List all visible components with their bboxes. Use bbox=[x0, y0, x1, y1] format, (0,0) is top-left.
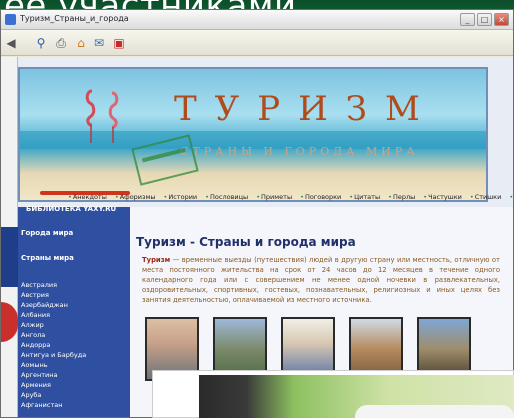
category-link[interactable]: •Истории bbox=[164, 193, 202, 201]
left-pane-mark bbox=[1, 302, 18, 342]
site-banner: ТУРИЗМ СТРАНЫ И ГОРОДА МИРА bbox=[18, 67, 488, 202]
category-link-label: Перлы bbox=[392, 193, 416, 201]
toolbar: ◀ ⚲ ⎙ ⌂ ✉ ▣ bbox=[1, 30, 513, 56]
side-head-countries[interactable]: Страны мира bbox=[21, 254, 74, 262]
category-link-label: Поговорки bbox=[304, 193, 342, 201]
country-link[interactable]: Австрия bbox=[21, 290, 129, 300]
category-link-label: Стишки bbox=[474, 193, 502, 201]
flamingo-icon bbox=[108, 91, 119, 143]
site-page: ТУРИЗМ СТРАНЫ И ГОРОДА МИРА БИБЛИОТЕКА Y… bbox=[18, 57, 513, 417]
country-link[interactable]: Азербайджан bbox=[21, 300, 129, 310]
category-link[interactable]: •SMSки bbox=[509, 193, 513, 201]
home-icon[interactable]: ⌂ bbox=[73, 35, 89, 51]
bullet-icon: • bbox=[349, 193, 354, 201]
desc-text: — временные выезды (путешествия) людей в… bbox=[142, 256, 500, 304]
bullet-icon: • bbox=[469, 193, 474, 201]
desc-term: Туризм bbox=[142, 256, 171, 264]
country-list: Австралия Австрия Азербайджан Албания Ал… bbox=[21, 280, 129, 410]
category-link-label: Афоризмы bbox=[119, 193, 156, 201]
left-pane bbox=[1, 57, 18, 417]
bullet-icon: • bbox=[205, 193, 209, 201]
category-link[interactable]: •Поговорки bbox=[300, 193, 345, 201]
mail-icon[interactable]: ✉ bbox=[91, 35, 107, 51]
country-link[interactable]: Австралия bbox=[21, 280, 129, 290]
search-icon[interactable]: ⚲ bbox=[33, 35, 49, 51]
country-link[interactable]: Афганистан bbox=[21, 400, 129, 410]
bullet-icon: • bbox=[388, 193, 392, 201]
bullet-icon: • bbox=[300, 193, 304, 201]
category-link[interactable]: •Цитаты bbox=[349, 193, 384, 201]
flamingo-icon bbox=[85, 89, 96, 143]
browser-window: Туризм_Страны_и_города _ □ × ◀ ⚲ ⎙ ⌂ ✉ ▣ bbox=[0, 9, 514, 418]
page-heading: Туризм - Страны и города мира bbox=[136, 235, 356, 249]
category-link-label: Пословицы bbox=[210, 193, 249, 201]
country-link[interactable]: Аруба bbox=[21, 390, 129, 400]
maximize-button[interactable]: □ bbox=[477, 13, 492, 26]
page-description: Туризм — временные выезды (путешествия) … bbox=[142, 255, 500, 305]
country-link[interactable]: Андорра bbox=[21, 340, 129, 350]
category-link[interactable]: •Стишки bbox=[470, 193, 506, 201]
bullet-icon: • bbox=[509, 193, 513, 201]
pdf-icon[interactable]: ▣ bbox=[111, 35, 127, 51]
country-link[interactable]: Аргентина bbox=[21, 370, 129, 380]
country-link[interactable]: Алжир bbox=[21, 320, 129, 330]
bullet-icon: • bbox=[163, 193, 168, 201]
category-link[interactable]: •Перлы bbox=[388, 193, 419, 201]
bullet-icon: • bbox=[256, 193, 261, 201]
category-link[interactable]: •Частушки bbox=[423, 193, 466, 201]
country-link[interactable]: Албания bbox=[21, 310, 129, 320]
banner-subtitle: СТРАНЫ И ГОРОДА МИРА bbox=[180, 145, 419, 158]
screen: ее участниками. Туризм_Страны_и_города _… bbox=[0, 0, 514, 418]
category-link-label: Анекдоты bbox=[72, 193, 107, 201]
category-link[interactable]: •Приметы bbox=[256, 193, 296, 201]
country-link[interactable]: Аомынь bbox=[21, 360, 129, 370]
category-link-label: Истории bbox=[168, 193, 198, 201]
page-viewport[interactable]: ТУРИЗМ СТРАНЫ И ГОРОДА МИРА БИБЛИОТЕКА Y… bbox=[1, 57, 513, 417]
banner-title: ТУРИЗМ bbox=[174, 89, 438, 129]
back-icon[interactable]: ◀ bbox=[3, 35, 19, 51]
print-icon[interactable]: ⎙ bbox=[53, 35, 69, 51]
category-link[interactable]: •Пословицы bbox=[205, 193, 252, 201]
category-link-label: Цитаты bbox=[354, 193, 381, 201]
minimize-button[interactable]: _ bbox=[460, 13, 475, 26]
bullet-icon: • bbox=[423, 193, 428, 201]
app-icon bbox=[5, 14, 16, 25]
close-button[interactable]: × bbox=[494, 13, 509, 26]
category-link-label: Частушки bbox=[428, 193, 462, 201]
library-name[interactable]: БИБЛИОТЕКА YAXY.RU bbox=[26, 205, 116, 213]
country-link[interactable]: Армения bbox=[21, 380, 129, 390]
slide-shape bbox=[355, 405, 514, 418]
category-link-label: Приметы bbox=[261, 193, 293, 201]
window-title: Туризм_Страны_и_города bbox=[20, 14, 129, 23]
bullet-icon: • bbox=[68, 193, 72, 201]
left-pane-accent bbox=[1, 227, 18, 287]
category-links: •Анекдоты •Афоризмы •Истории •Пословицы •При… bbox=[68, 192, 513, 203]
country-link[interactable]: Антигуа и Барбуда bbox=[21, 350, 129, 360]
category-link[interactable]: •Анекдоты bbox=[68, 193, 111, 201]
side-head-cities[interactable]: Города мира bbox=[21, 229, 73, 237]
category-link[interactable]: •Афоризмы bbox=[115, 193, 160, 201]
country-link[interactable]: Ангола bbox=[21, 330, 129, 340]
bullet-icon: • bbox=[114, 193, 119, 201]
title-bar: Туризм_Страны_и_города _ □ × bbox=[1, 10, 513, 30]
